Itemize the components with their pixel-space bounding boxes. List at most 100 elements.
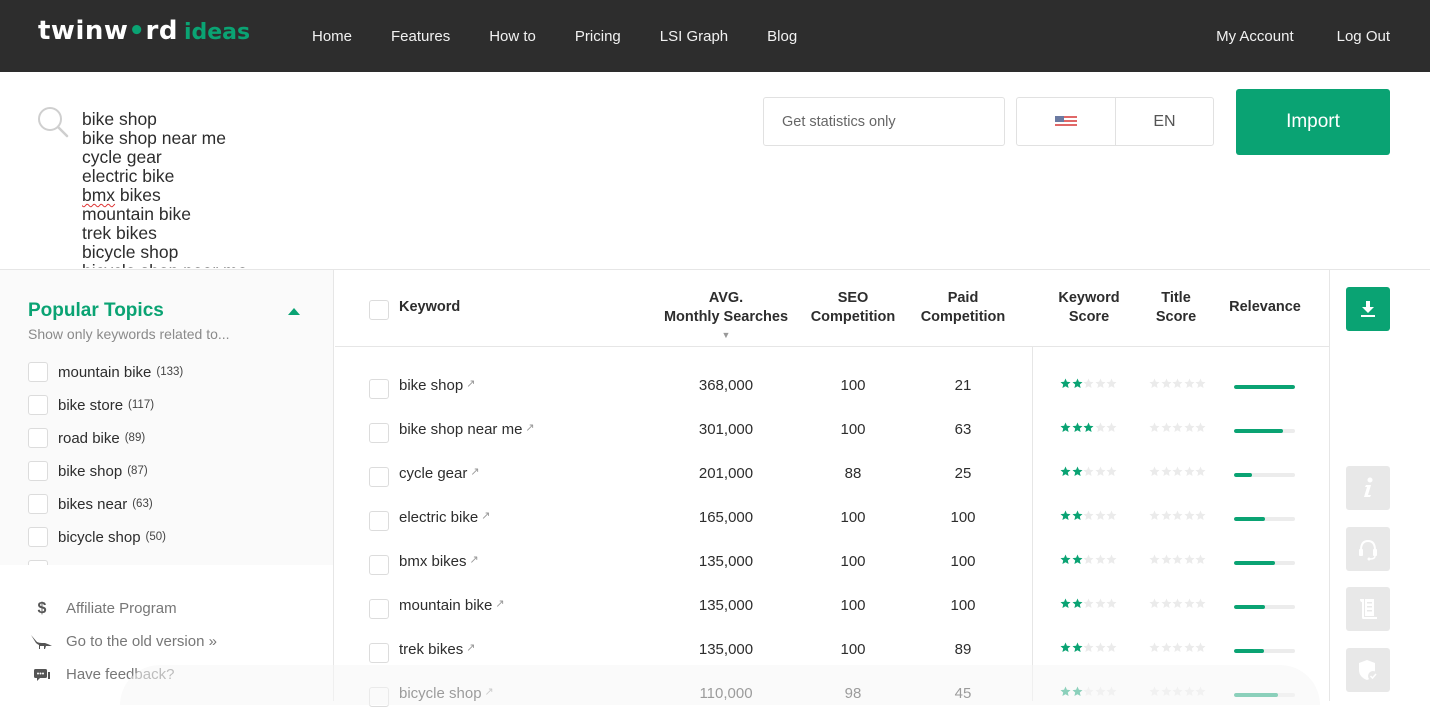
collapse-caret-icon[interactable] — [288, 308, 300, 315]
nav-my-account[interactable]: My Account — [1216, 28, 1294, 45]
keyword-line: bike shop — [82, 110, 157, 129]
external-link-icon[interactable]: ↗ — [470, 466, 479, 478]
star-icon — [1195, 510, 1206, 520]
title-score-stars — [1149, 422, 1207, 436]
star-icon — [1161, 510, 1171, 520]
nav-home[interactable]: Home — [312, 28, 352, 45]
keyword-cell[interactable]: bmx bikes ↗ — [399, 553, 479, 570]
keyword-cell[interactable]: bike shop near me ↗ — [399, 421, 535, 438]
keyword-cell[interactable]: bicycle shop ↗ — [399, 685, 494, 702]
row-checkbox[interactable] — [369, 511, 389, 531]
column-keyword-score[interactable]: Keyword Score — [1044, 289, 1134, 327]
column-relevance[interactable]: Relevance — [1219, 298, 1311, 317]
star-icon — [1195, 642, 1206, 652]
country-select[interactable] — [1017, 98, 1116, 145]
star-icon — [1184, 378, 1194, 388]
keyword-cell[interactable]: bike shop ↗ — [399, 377, 475, 394]
topic-checkbox[interactable] — [28, 461, 48, 481]
star-icon — [1172, 642, 1183, 652]
topic-item-partial[interactable] — [28, 559, 48, 565]
row-checkbox[interactable] — [369, 467, 389, 487]
avg-monthly-searches-cell: 201,000 — [698, 465, 754, 482]
column-label-line: Monthly Searches — [663, 309, 789, 325]
statistics-only-input[interactable]: Get statistics only — [763, 97, 1005, 146]
affiliate-program-link[interactable]: $ Affiliate Program — [30, 592, 217, 625]
row-checkbox[interactable] — [369, 687, 389, 707]
info-button[interactable] — [1346, 466, 1390, 510]
info-icon — [1364, 477, 1373, 497]
nav-features[interactable]: Features — [391, 28, 450, 45]
topic-checkbox[interactable] — [28, 560, 48, 565]
row-checkbox[interactable] — [369, 599, 389, 619]
column-seo-competition[interactable]: SEO Competition — [803, 289, 903, 327]
import-button[interactable]: Import — [1236, 89, 1390, 155]
column-label-line: Paid — [947, 290, 979, 306]
terms-button[interactable] — [1346, 587, 1390, 631]
keyword-cell[interactable]: cycle gear ↗ — [399, 465, 480, 482]
column-label-line: Title — [1161, 290, 1191, 306]
column-label-line: Score — [1155, 309, 1197, 325]
keyword-cell[interactable]: mountain bike ↗ — [399, 597, 505, 614]
download-button[interactable] — [1346, 287, 1390, 331]
topic-checkbox[interactable] — [28, 527, 48, 547]
topic-checkbox[interactable] — [28, 362, 48, 382]
star-icon — [1195, 378, 1206, 388]
column-title-score[interactable]: Title Score — [1136, 289, 1216, 327]
row-checkbox[interactable] — [369, 379, 389, 399]
privacy-button[interactable] — [1346, 648, 1390, 692]
nav-how-to[interactable]: How to — [489, 28, 536, 45]
relevance-bar — [1234, 429, 1295, 433]
row-checkbox[interactable] — [369, 643, 389, 663]
row-checkbox[interactable] — [369, 423, 389, 443]
external-link-icon[interactable]: ↗ — [466, 378, 475, 390]
keyword-cell[interactable]: trek bikes ↗ — [399, 641, 475, 658]
external-link-icon[interactable]: ↗ — [481, 510, 490, 522]
star-icon — [1184, 510, 1194, 520]
star-icon — [1184, 598, 1194, 608]
star-icon — [1095, 598, 1105, 608]
old-version-link[interactable]: Go to the old version » — [30, 625, 217, 658]
topic-item[interactable]: bicycle shop (50) — [28, 526, 166, 548]
spellcheck-word: bmx — [82, 185, 116, 205]
column-label-line: Score — [1068, 309, 1110, 325]
column-paid-competition[interactable]: Paid Competition — [913, 289, 1013, 327]
keyword-cell[interactable]: electric bike ↗ — [399, 509, 490, 526]
external-link-icon[interactable]: ↗ — [466, 642, 475, 654]
logo-dot: • — [128, 16, 146, 46]
external-link-icon[interactable]: ↗ — [485, 686, 494, 698]
relevance-bar-fill — [1234, 473, 1252, 477]
topic-checkbox[interactable] — [28, 494, 48, 514]
external-link-icon[interactable]: ↗ — [495, 598, 504, 610]
nav-log-out[interactable]: Log Out — [1337, 28, 1390, 45]
topic-checkbox[interactable] — [28, 428, 48, 448]
column-keyword[interactable]: Keyword — [399, 298, 460, 317]
nav-lsi-graph[interactable]: LSI Graph — [660, 28, 728, 45]
popular-topics-panel: Popular Topics Show only keywords relate… — [0, 270, 333, 565]
topic-checkbox[interactable] — [28, 395, 48, 415]
keyword-text: cycle gear — [399, 465, 468, 482]
keywords-textarea[interactable]: bike shop bike shop near me cycle gear e… — [82, 110, 382, 268]
topic-item[interactable]: bike store (117) — [28, 394, 154, 416]
column-avg-monthly-searches[interactable]: AVG. Monthly Searches ▼ — [646, 289, 806, 341]
topic-item[interactable]: road bike (89) — [28, 427, 145, 449]
sort-desc-icon: ▼ — [721, 330, 731, 340]
nav-blog[interactable]: Blog — [767, 28, 797, 45]
select-all-checkbox[interactable] — [369, 300, 389, 320]
support-button[interactable] — [1346, 527, 1390, 571]
topic-label: road bike — [58, 429, 120, 447]
external-link-icon[interactable]: ↗ — [470, 554, 479, 566]
topic-item[interactable]: bike shop (87) — [28, 460, 148, 482]
nav-pricing[interactable]: Pricing — [575, 28, 621, 45]
topic-item[interactable]: mountain bike (133) — [28, 361, 183, 383]
external-link-icon[interactable]: ↗ — [525, 422, 534, 434]
language-select[interactable]: EN — [1116, 98, 1213, 145]
feedback-link[interactable]: Have feedback? — [30, 658, 217, 691]
row-checkbox[interactable] — [369, 555, 389, 575]
star-icon — [1095, 642, 1105, 652]
topic-label: bike shop — [58, 462, 123, 480]
logo[interactable]: twinw•rd ideas — [38, 16, 250, 46]
column-label-line: AVG. — [708, 290, 744, 306]
topic-item[interactable]: bikes near (63) — [28, 493, 153, 515]
star-icon — [1095, 378, 1105, 388]
topic-count: (87) — [127, 465, 148, 477]
